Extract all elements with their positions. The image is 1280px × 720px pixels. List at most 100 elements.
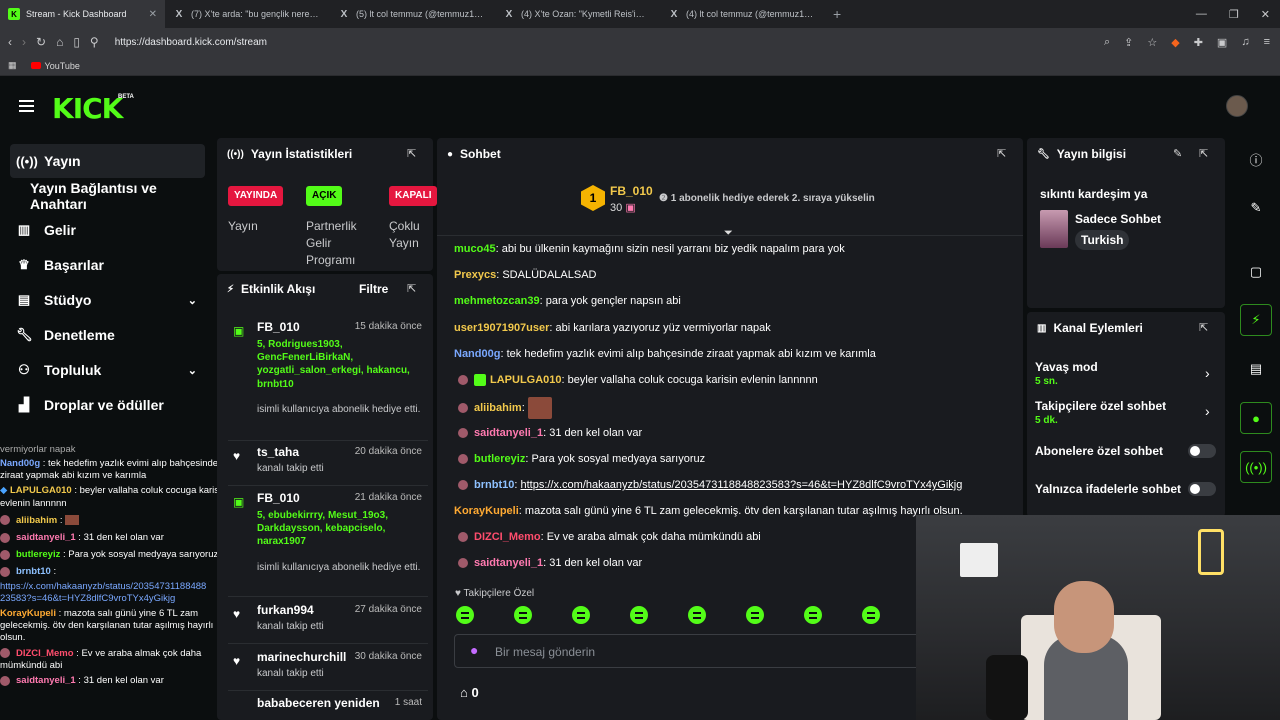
minimize-icon[interactable]: — (1196, 8, 1207, 20)
chat-link[interactable]: https://x.com/hakaanyzb/status/203547311… (520, 479, 962, 491)
info-icon[interactable]: ⓘ (1240, 143, 1272, 175)
browser-tab[interactable]: X (4) lt col temmuz (@temmuz1919) / X (660, 0, 825, 28)
emote-icon[interactable] (572, 606, 590, 624)
kick-logo[interactable]: KICK (52, 92, 123, 125)
sidebar-item-gelir[interactable]: ▥ Gelir (0, 213, 205, 247)
emote-icon[interactable] (688, 606, 706, 624)
chat-username[interactable]: brnbt10 (474, 479, 514, 491)
overlay-chat-line: aliibahim : (0, 515, 232, 527)
activity-user[interactable]: FB_010 (257, 320, 300, 334)
chat-username[interactable]: Prexycs (454, 269, 496, 281)
chat-username[interactable]: KorayKupeli (454, 505, 519, 517)
zoom-icon[interactable]: ⌕ (1104, 36, 1110, 49)
user-avatar[interactable] (1226, 95, 1248, 117)
chat-username[interactable]: user19071907user (454, 322, 549, 334)
close-tab-icon[interactable]: ✕ (149, 9, 157, 20)
menu-icon[interactable]: ≡ (1264, 36, 1270, 48)
screen-icon[interactable]: ▢ (1240, 256, 1272, 288)
chat-username[interactable]: saidtanyeli_1 (474, 427, 543, 439)
mic-icon[interactable]: ● (470, 642, 478, 658)
chat-username[interactable]: Nand00g (454, 348, 500, 360)
edit-icon[interactable]: ✎ (1173, 147, 1182, 160)
popout-icon[interactable]: ⇱ (1199, 321, 1208, 334)
sidebar-item-basarilar[interactable]: ♛ Başarılar (0, 248, 205, 282)
chat-message: saidtanyeli_1: 31 den kel olan var (458, 557, 642, 569)
activity-user[interactable]: FB_010 (257, 491, 300, 505)
popout-icon[interactable]: ⇱ (997, 147, 1006, 160)
activity-user[interactable]: bababeceren yeniden (257, 696, 380, 710)
site-info-icon[interactable]: ⚲ (90, 35, 99, 49)
sidebar-item-topluluk[interactable]: ⚇ Topluluk ⌄ (0, 353, 205, 387)
browser-tab[interactable]: X (7) X'te arda: "bu gençlik nereye gidi… (165, 0, 330, 28)
sidebar-item-denetleme[interactable]: 🔧︎ Denetleme (0, 318, 205, 352)
collapse-icon[interactable]: ⏷ (724, 227, 733, 240)
emote-icon[interactable] (456, 606, 474, 624)
url-field[interactable]: https://dashboard.kick.com/stream (115, 37, 267, 48)
chat-username[interactable]: muco45 (454, 243, 496, 255)
bookmark-youtube[interactable]: YouTube (30, 61, 80, 71)
chat-message-input[interactable]: Bir mesaj gönderin (454, 634, 924, 668)
sidebar-item-stream-key[interactable]: Yayın Bağlantısı ve Anahtarı (0, 179, 205, 213)
sidebar-item-droplar[interactable]: ▟ Droplar ve ödüller (0, 388, 205, 422)
browser-tab[interactable]: X (5) lt col temmuz (@temmuz1919) / X (330, 0, 495, 28)
address-bar-row: ‹ › ↻ ⌂ ▯ ⚲ https://dashboard.kick.com/s… (0, 28, 1280, 56)
share-icon[interactable]: ⇪ (1124, 36, 1133, 49)
browser-tab[interactable]: X (4) X'te Ozan: "Kymetli Reis'im bu ok.… (495, 0, 660, 28)
emote-icon[interactable] (804, 606, 822, 624)
gift-leaderboard-text: ❷ 1 abonelik hediye ederek 2. sıraya yük… (659, 193, 875, 204)
chat-username[interactable]: mehmetozcan39 (454, 295, 540, 307)
home-icon[interactable]: ⌂ (56, 35, 63, 49)
hamburger-menu-icon[interactable] (19, 100, 34, 112)
followers-only-value: 5 dk. (1035, 415, 1058, 426)
brave-shield-icon[interactable]: ◆ (1171, 36, 1179, 49)
popout-icon[interactable]: ⇱ (1199, 147, 1208, 160)
emote-icon[interactable] (514, 606, 532, 624)
extensions-icon[interactable]: ✚ (1194, 36, 1203, 49)
filter-button[interactable]: Filtre (359, 282, 388, 296)
back-icon[interactable]: ‹ (8, 35, 12, 49)
apps-grid-icon[interactable]: ▦ (8, 60, 17, 71)
chevron-right-icon[interactable]: › (1205, 365, 1210, 381)
emote-icon[interactable] (630, 606, 648, 624)
edit-icon[interactable]: ✎ (1240, 192, 1272, 224)
followers-only-chat-label[interactable]: Takipçilere özel sohbet (1035, 399, 1166, 413)
chat-username[interactable]: aliibahim (474, 402, 522, 414)
popout-icon[interactable]: ⇱ (407, 282, 416, 295)
emote-icon[interactable] (746, 606, 764, 624)
chat-username[interactable]: saidtanyeli_1 (474, 557, 543, 569)
maximize-icon[interactable]: ❐ (1229, 8, 1239, 21)
new-tab-icon[interactable]: + (833, 6, 841, 22)
broadcast-icon[interactable]: ((•)) (1240, 451, 1272, 483)
channel-points[interactable]: ⌂ 0 (460, 685, 479, 700)
chat-bubble-icon[interactable]: ● (1240, 402, 1272, 434)
wallet-icon[interactable]: ▣ (1217, 36, 1227, 49)
chevron-right-icon[interactable]: › (1205, 403, 1210, 419)
chat-username[interactable]: DIZCI_Memo (474, 531, 541, 543)
activity-item: ▣ FB_010 21 dakika önce 5, ebubekirrry, … (228, 491, 428, 596)
popout-icon[interactable]: ⇱ (407, 147, 416, 160)
media-icon[interactable]: ♫ (1241, 36, 1249, 48)
forward-icon[interactable]: › (22, 35, 26, 49)
browser-tab[interactable]: K Stream - Kick Dashboard ✕ (0, 0, 165, 28)
slow-mode-label[interactable]: Yavaş mod (1035, 360, 1098, 374)
activity-item: ♥ ts_taha 20 dakika önce kanalı takip et… (228, 445, 428, 485)
category-name[interactable]: Sadece Sohbet (1075, 212, 1161, 226)
chat-username[interactable]: butlereyiz (474, 453, 525, 465)
reload-icon[interactable]: ↻ (36, 35, 46, 49)
lightning-icon[interactable]: ⚡︎ (1240, 304, 1272, 336)
star-icon[interactable]: ☆ (1147, 36, 1157, 49)
bookmark-icon[interactable]: ▯ (73, 35, 80, 49)
activity-user[interactable]: furkan994 (257, 603, 314, 617)
activity-user[interactable]: marinechurchill (257, 650, 346, 664)
document-icon[interactable]: ▤ (1240, 353, 1272, 385)
chat-username[interactable]: LAPULGA010 (490, 374, 562, 386)
subscribers-only-toggle[interactable] (1188, 444, 1216, 458)
sidebar-item-yayin[interactable]: ((•)) Yayın (10, 144, 205, 178)
top-gifter-name[interactable]: FB_010 (610, 184, 653, 198)
chevron-down-icon: ⌄ (187, 364, 197, 377)
sidebar-item-studyo[interactable]: ▤ Stüdyo ⌄ (0, 283, 205, 317)
emote-icon[interactable] (862, 606, 880, 624)
emote-only-toggle[interactable] (1188, 482, 1216, 496)
close-window-icon[interactable]: ✕ (1261, 8, 1270, 21)
activity-user[interactable]: ts_taha (257, 445, 299, 459)
